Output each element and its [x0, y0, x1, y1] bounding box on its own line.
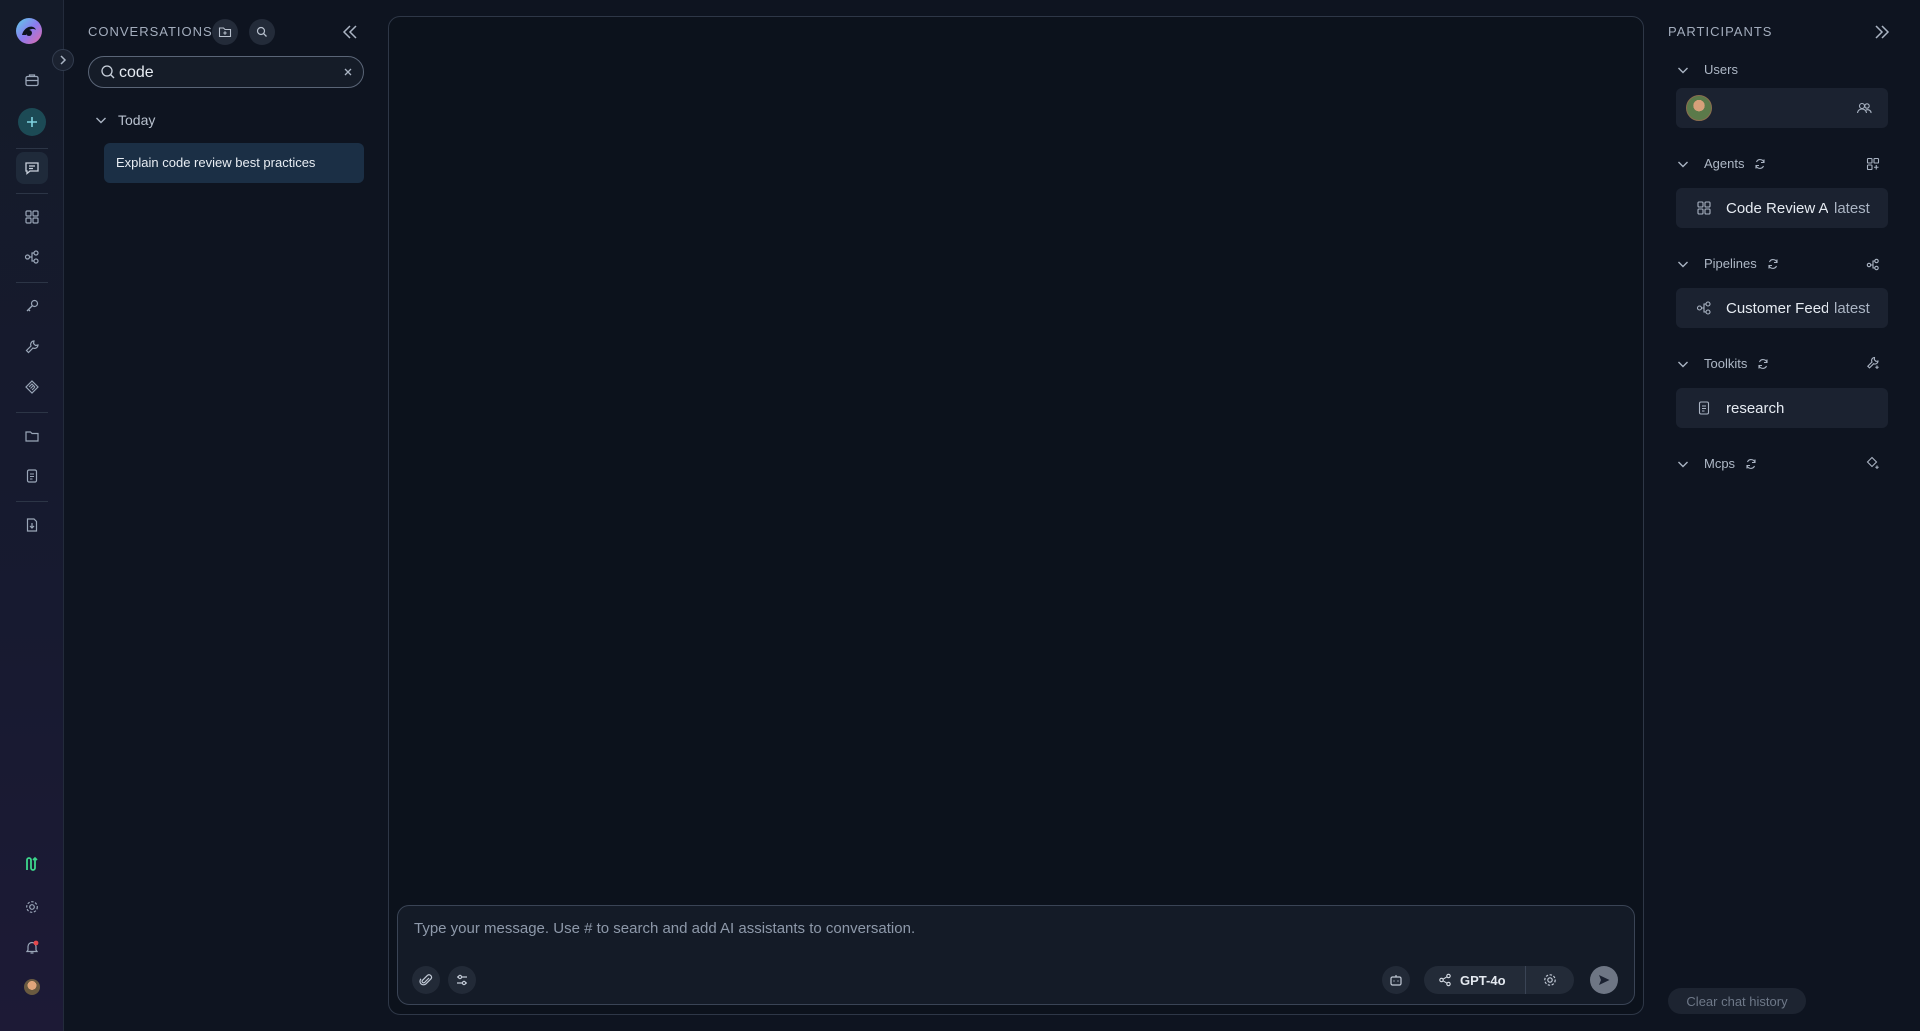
- manage-users-icon[interactable]: [1856, 100, 1872, 116]
- conversation-item[interactable]: Explain code review best practices: [104, 143, 364, 183]
- agent-name: Code Review Assistant: [1726, 199, 1828, 217]
- assistant-button[interactable]: [1382, 966, 1410, 994]
- chat-icon[interactable]: [16, 152, 48, 184]
- pipelines-section-toggle[interactable]: Pipelines: [1676, 256, 1779, 271]
- refresh-icon[interactable]: [1754, 158, 1766, 170]
- agent-card[interactable]: Code Review Assistant latest: [1676, 188, 1888, 228]
- message-input[interactable]: [414, 920, 1514, 942]
- paperclip-icon: [419, 974, 433, 986]
- add-mcp-icon[interactable]: [1866, 456, 1880, 470]
- conversations-title: CONVERSATIONS: [88, 24, 213, 39]
- attach-button[interactable]: [412, 966, 440, 994]
- model-settings-button[interactable]: [1526, 972, 1574, 988]
- app-logo[interactable]: [14, 16, 44, 46]
- send-icon: [1599, 975, 1610, 985]
- section-label: Mcps: [1704, 456, 1736, 471]
- key-icon[interactable]: [16, 290, 48, 322]
- expand-sidebar-button[interactable]: [52, 49, 74, 71]
- section-label: Pipelines: [1704, 256, 1757, 271]
- mcps-section-toggle[interactable]: Mcps: [1676, 456, 1757, 471]
- gear-icon: [1544, 974, 1556, 986]
- participants-title: PARTICIPANTS: [1668, 24, 1773, 39]
- toolkits-icon[interactable]: [16, 331, 48, 363]
- send-button[interactable]: [1590, 966, 1618, 994]
- avatar: [1686, 95, 1712, 121]
- settings-sliders-button[interactable]: [448, 966, 476, 994]
- toolkits-section-toggle[interactable]: Toolkits: [1676, 356, 1769, 371]
- mcp-icon[interactable]: [16, 371, 48, 403]
- agents-section-toggle[interactable]: Agents: [1676, 156, 1766, 171]
- settings-icon[interactable]: [16, 891, 48, 923]
- agents-icon[interactable]: [16, 201, 48, 233]
- pipeline-name: Customer Feedback: [1726, 299, 1828, 317]
- sliders-icon: [457, 974, 467, 986]
- monitoring-icon[interactable]: [16, 848, 48, 880]
- chevron-down-icon: [96, 117, 106, 124]
- chevron-down-icon: [1678, 261, 1688, 267]
- conversations-panel: CONVERSATIONS Today Explain code review …: [64, 0, 376, 1031]
- users-section-toggle[interactable]: Users: [1676, 62, 1738, 77]
- share-nodes-icon: [1439, 973, 1451, 987]
- user-card[interactable]: [1676, 88, 1888, 128]
- search-conversations-button[interactable]: [249, 19, 275, 45]
- user-avatar[interactable]: [16, 971, 48, 1003]
- new-conversation-button[interactable]: [18, 108, 46, 136]
- briefcase-icon[interactable]: [16, 64, 48, 96]
- search-icon: [100, 64, 116, 80]
- divider: [16, 148, 48, 149]
- add-toolkit-icon[interactable]: [1866, 356, 1880, 370]
- model-select-button[interactable]: GPT-4o: [1424, 966, 1526, 994]
- toolkit-icon: [1696, 400, 1712, 416]
- group-label: Today: [118, 112, 156, 128]
- nav-rail: [0, 0, 74, 1031]
- folder-icon[interactable]: [16, 420, 48, 452]
- chevron-down-icon: [1678, 161, 1688, 167]
- participants-panel: PARTICIPANTS Users Agents Code Review As…: [1656, 0, 1920, 1031]
- collapse-participants-button[interactable]: [1872, 22, 1892, 42]
- refresh-icon[interactable]: [1757, 358, 1769, 370]
- chevron-down-icon: [1678, 361, 1688, 367]
- search-field: [88, 56, 364, 88]
- refresh-icon[interactable]: [1767, 258, 1779, 270]
- chat-area: GPT-4o: [388, 16, 1644, 1015]
- model-selector[interactable]: GPT-4o: [1424, 966, 1574, 994]
- section-label: Toolkits: [1704, 356, 1748, 371]
- pipeline-card[interactable]: Customer Feedback latest: [1676, 288, 1888, 328]
- clear-chat-history-button[interactable]: Clear chat history: [1668, 988, 1806, 1014]
- pipeline-version: latest: [1834, 299, 1870, 317]
- new-folder-button[interactable]: [212, 19, 238, 45]
- group-toggle-today[interactable]: Today: [94, 112, 155, 128]
- chevron-down-icon: [1678, 67, 1688, 73]
- add-agent-icon[interactable]: [1866, 157, 1880, 171]
- robot-icon: [1390, 975, 1402, 986]
- model-name: GPT-4o: [1460, 972, 1506, 988]
- prompts-icon[interactable]: [16, 460, 48, 492]
- agent-icon: [1696, 200, 1712, 216]
- pipeline-icon: [1696, 300, 1712, 316]
- divider: [16, 412, 48, 413]
- clear-search-icon[interactable]: [343, 67, 353, 77]
- divider: [16, 193, 48, 194]
- message-composer: GPT-4o: [397, 905, 1635, 1005]
- pipelines-icon[interactable]: [16, 241, 48, 273]
- collapse-panel-button[interactable]: [340, 22, 360, 42]
- section-label: Agents: [1704, 156, 1745, 171]
- search-input[interactable]: [119, 62, 319, 84]
- divider: [16, 501, 48, 502]
- refresh-icon[interactable]: [1745, 458, 1757, 470]
- divider: [16, 282, 48, 283]
- toolkit-name: research: [1726, 399, 1785, 417]
- section-label: Users: [1704, 62, 1738, 77]
- add-pipeline-icon[interactable]: [1866, 257, 1880, 271]
- notifications-icon[interactable]: [16, 931, 48, 963]
- agent-version: latest: [1834, 199, 1870, 217]
- toolkit-card[interactable]: research: [1676, 388, 1888, 428]
- chevron-down-icon: [1678, 461, 1688, 467]
- import-icon[interactable]: [16, 509, 48, 541]
